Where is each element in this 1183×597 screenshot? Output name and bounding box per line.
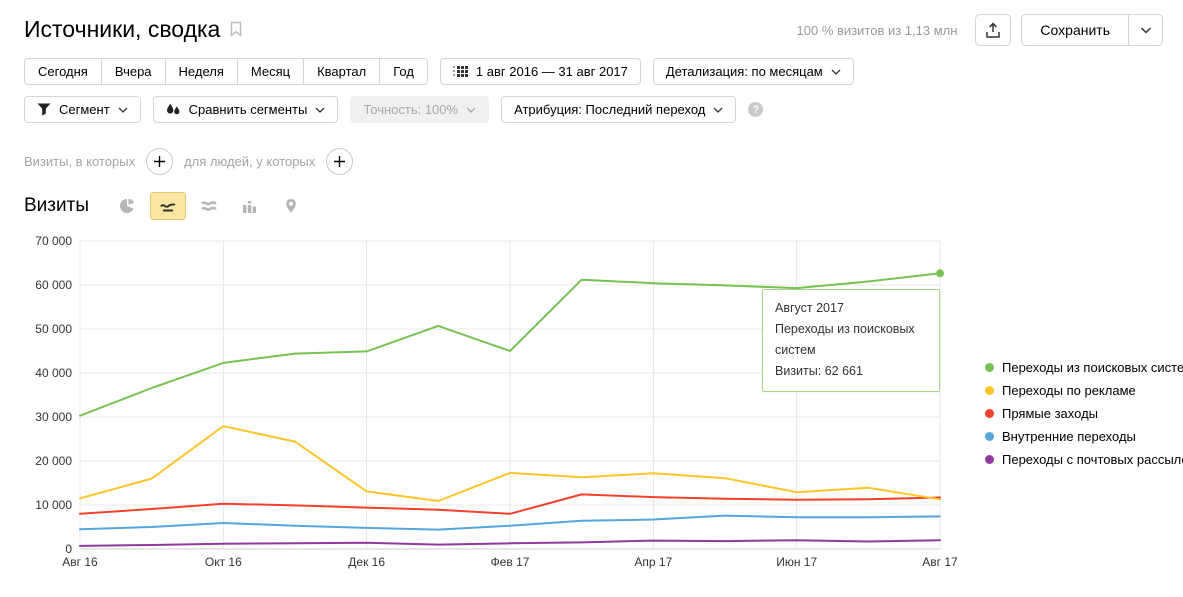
accuracy-label: Точность: 100% bbox=[363, 102, 458, 117]
legend-dot bbox=[985, 386, 994, 395]
chevron-down-icon bbox=[466, 107, 476, 113]
legend-item-0[interactable]: Переходы из поисковых систем bbox=[985, 356, 1183, 379]
x-axis-label: Авг 17 bbox=[895, 555, 985, 569]
end-point-marker bbox=[936, 269, 944, 277]
x-axis-label: Фев 17 bbox=[465, 555, 555, 569]
segment-toolbar: Сегмент Сравнить сегменты Точность: 100%… bbox=[0, 96, 1183, 123]
help-icon[interactable]: ? bbox=[748, 102, 763, 117]
date-range-label: 1 авг 2016 — 31 авг 2017 bbox=[476, 64, 628, 79]
people-condition-label: для людей, у которых bbox=[184, 154, 315, 169]
compare-drops-icon bbox=[166, 103, 181, 117]
save-split-button: Сохранить bbox=[1021, 14, 1163, 46]
visits-chart: 010 00020 00030 00040 00050 00060 00070 … bbox=[0, 241, 1183, 575]
x-axis-label: Авг 16 bbox=[35, 555, 125, 569]
chevron-down-icon bbox=[831, 69, 841, 75]
line-chart-icon[interactable] bbox=[150, 192, 186, 220]
pie-chart-icon[interactable] bbox=[109, 192, 145, 220]
attribution-label: Атрибуция: Последний переход bbox=[514, 102, 705, 117]
period-tab-1[interactable]: Сегодня bbox=[24, 58, 101, 85]
x-axis-label: Окт 16 bbox=[178, 555, 268, 569]
detalization-label: Детализация: по месяцам bbox=[666, 64, 823, 79]
chevron-down-icon bbox=[118, 107, 128, 113]
period-toolbar: СегодняВчераНеделяМесяцКварталГод 1 авг … bbox=[0, 58, 1183, 85]
tooltip-date: Август 2017 bbox=[775, 298, 927, 319]
export-button[interactable] bbox=[975, 14, 1011, 46]
calendar-grid-icon bbox=[453, 65, 468, 78]
segment-label: Сегмент bbox=[59, 102, 110, 117]
period-tab-5[interactable]: Квартал bbox=[303, 58, 379, 85]
chart-type-toolbar bbox=[109, 192, 309, 220]
filter-row: Визиты, в которых для людей, у которых bbox=[0, 148, 1183, 175]
date-range-button[interactable]: 1 авг 2016 — 31 авг 2017 bbox=[440, 58, 641, 85]
visits-summary: 100 % визитов из 1,13 млн bbox=[797, 23, 958, 38]
visits-condition-label: Визиты, в которых bbox=[24, 154, 135, 169]
legend-label: Прямые заходы bbox=[1002, 406, 1098, 421]
legend-item-1[interactable]: Переходы по рекламе bbox=[985, 379, 1183, 402]
detalization-button[interactable]: Детализация: по месяцам bbox=[653, 58, 854, 85]
y-axis-label: 60 000 bbox=[0, 278, 72, 292]
y-axis-label: 70 000 bbox=[0, 234, 72, 248]
chevron-down-icon bbox=[1140, 27, 1152, 34]
page-title: Источники, сводка bbox=[24, 14, 220, 44]
save-dropdown-button[interactable] bbox=[1128, 15, 1162, 45]
tooltip-value: Визиты: 62 661 bbox=[775, 361, 927, 382]
accuracy-button: Точность: 100% bbox=[350, 96, 489, 123]
funnel-icon bbox=[37, 103, 51, 116]
chevron-down-icon bbox=[713, 107, 723, 113]
x-axis-label: Апр 17 bbox=[608, 555, 698, 569]
legend-dot bbox=[985, 432, 994, 441]
chart-plot-area[interactable] bbox=[80, 241, 946, 550]
period-tab-6[interactable]: Год bbox=[379, 58, 428, 85]
bookmark-icon[interactable] bbox=[230, 21, 242, 37]
attribution-button[interactable]: Атрибуция: Последний переход bbox=[501, 96, 736, 123]
y-axis-label: 10 000 bbox=[0, 498, 72, 512]
legend-label: Переходы с почтовых рассылок bbox=[1002, 452, 1183, 467]
chart-legend: Переходы из поисковых систем Переходы по … bbox=[985, 356, 1183, 471]
legend-item-3[interactable]: Внутренние переходы bbox=[985, 425, 1183, 448]
y-axis-label: 20 000 bbox=[0, 454, 72, 468]
x-axis-label: Июн 17 bbox=[752, 555, 842, 569]
metric-title: Визиты bbox=[24, 195, 89, 217]
add-visit-filter-button[interactable] bbox=[146, 148, 173, 175]
legend-dot bbox=[985, 409, 994, 418]
legend-item-2[interactable]: Прямые заходы bbox=[985, 402, 1183, 425]
map-pin-icon[interactable] bbox=[273, 192, 309, 220]
metric-row: Визиты bbox=[0, 192, 1183, 220]
legend-label: Переходы из поисковых систем bbox=[1002, 360, 1183, 375]
y-axis-label: 40 000 bbox=[0, 366, 72, 380]
legend-dot bbox=[985, 455, 994, 464]
legend-label: Внутренние переходы bbox=[1002, 429, 1136, 444]
segment-button[interactable]: Сегмент bbox=[24, 96, 141, 123]
period-tab-2[interactable]: Вчера bbox=[101, 58, 165, 85]
bar-chart-icon[interactable] bbox=[232, 192, 268, 220]
add-people-filter-button[interactable] bbox=[326, 148, 353, 175]
legend-label: Переходы по рекламе bbox=[1002, 383, 1136, 398]
period-tab-3[interactable]: Неделя bbox=[165, 58, 237, 85]
period-tabs: СегодняВчераНеделяМесяцКварталГод bbox=[24, 58, 428, 85]
legend-item-4[interactable]: Переходы с почтовых рассылок bbox=[985, 448, 1183, 471]
compare-segments-button[interactable]: Сравнить сегменты bbox=[153, 96, 339, 123]
x-axis-label: Дек 16 bbox=[322, 555, 412, 569]
page-header: Источники, сводка 100 % визитов из 1,13 … bbox=[0, 0, 1183, 46]
y-axis-label: 0 bbox=[0, 542, 72, 556]
stacked-area-icon[interactable] bbox=[191, 192, 227, 220]
upload-icon bbox=[985, 22, 1001, 39]
tooltip-series: Переходы из поисковых систем bbox=[775, 319, 927, 361]
y-axis-label: 30 000 bbox=[0, 410, 72, 424]
chart-tooltip: Август 2017 Переходы из поисковых систем… bbox=[762, 289, 940, 392]
compare-segments-label: Сравнить сегменты bbox=[189, 102, 308, 117]
save-button[interactable]: Сохранить bbox=[1022, 15, 1128, 45]
period-tab-4[interactable]: Месяц bbox=[237, 58, 303, 85]
chevron-down-icon bbox=[315, 107, 325, 113]
y-axis-label: 50 000 bbox=[0, 322, 72, 336]
legend-dot bbox=[985, 363, 994, 372]
